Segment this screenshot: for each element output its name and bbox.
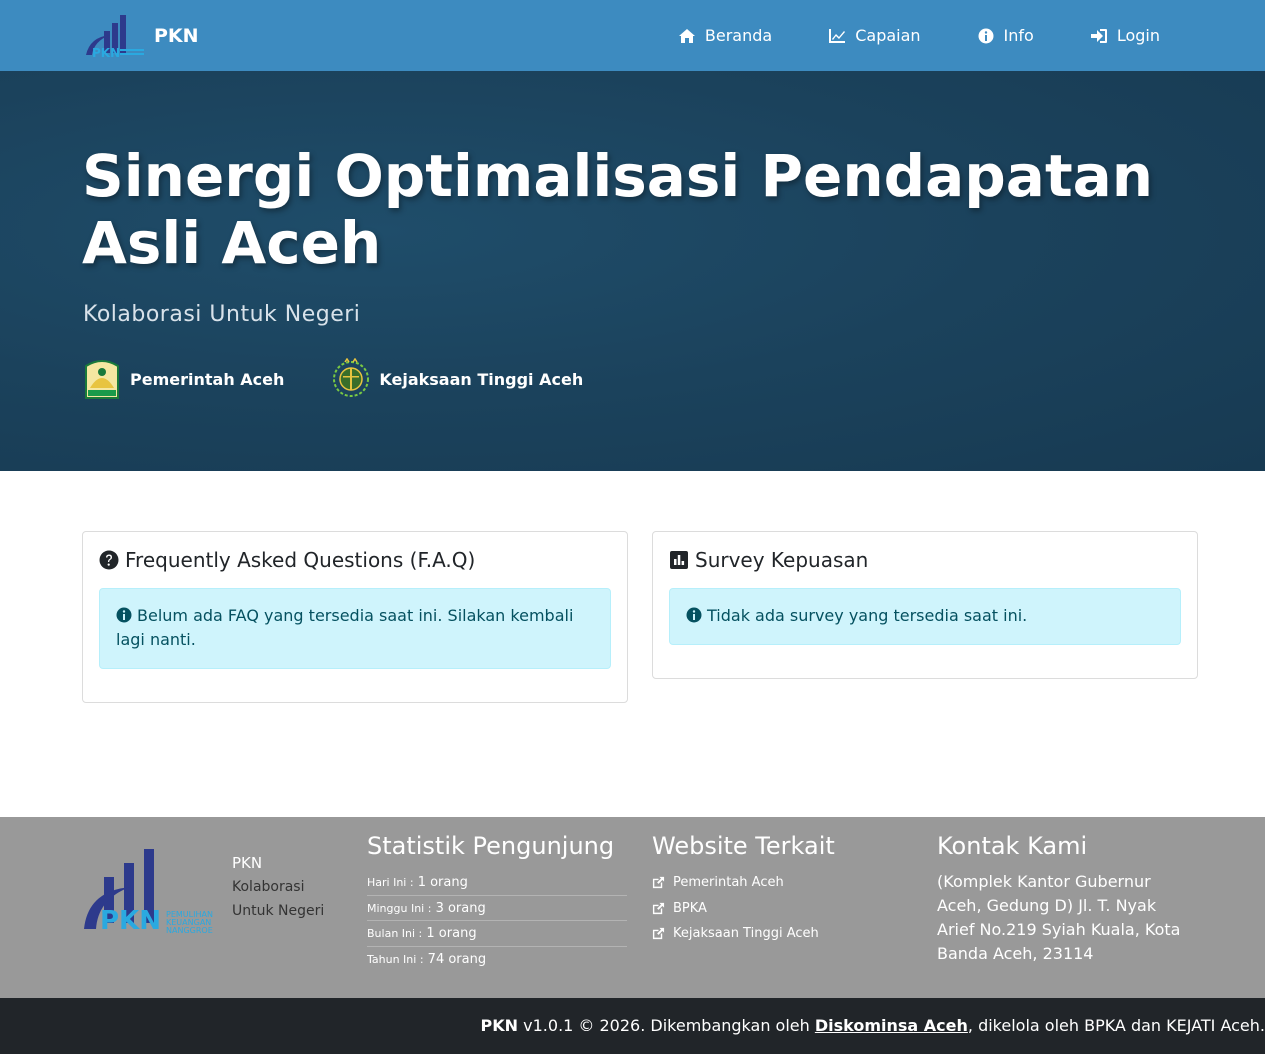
info-circle-icon (686, 607, 702, 623)
nav-capaian[interactable]: Capaian (828, 26, 921, 45)
copyright-brand: PKN (480, 1016, 519, 1035)
contact-address: (Komplek Kantor Gubernur Aceh, Gedung D)… (937, 872, 1181, 963)
footer-brand-name: PKN (232, 854, 263, 872)
link-bpka[interactable]: BPKA (652, 896, 912, 922)
survey-card: Survey Kepuasan Tidak ada survey yang te… (652, 531, 1198, 679)
copyright-text: PKN v1.0.1 © 2026. Dikembangkan oleh Dis… (481, 1016, 1265, 1035)
stat-value: 74 orang (427, 951, 487, 967)
bar-chart-square-icon (670, 551, 688, 569)
navbar-brand[interactable]: PKN PKN (82, 12, 199, 60)
link-label: Pemerintah Aceh (673, 875, 784, 891)
svg-text:PKN: PKN (100, 906, 161, 933)
pkn-footer-logo: PKN PEMULIHAN KEUANGAN NANGGROE (84, 849, 213, 933)
partner-pemerintah-aceh-label: Pemerintah Aceh (130, 369, 285, 389)
stat-label: Minggu Ini : (367, 901, 432, 915)
hero-title: Sinergi Optimalisasi Pendapatan Asli Ace… (82, 142, 1154, 277)
partner-kejaksaan-label: Kejaksaan Tinggi Aceh (379, 369, 584, 389)
stat-row-today: Hari Ini : 1 orang (367, 870, 627, 896)
partner-pemerintah-aceh: Pemerintah Aceh (82, 358, 284, 400)
nav-menu: Beranda Capaian Info Login (622, 0, 1160, 71)
visitor-stats-title: Statistik Pengunjung (367, 832, 615, 860)
info-circle-icon (978, 28, 994, 43)
nav-login-label: Login (1116, 26, 1160, 45)
sign-in-icon (1090, 28, 1107, 43)
link-label: BPKA (673, 900, 707, 916)
stat-row-year: Tahun Ini : 74 orang (367, 947, 627, 973)
copyright-bar: PKN v1.0.1 © 2026. Dikembangkan oleh Dis… (0, 998, 1265, 1054)
pemerintah-aceh-emblem-icon (85, 360, 119, 399)
stat-value: 3 orang (435, 900, 486, 916)
survey-empty-alert: Tidak ada survey yang tersedia saat ini. (669, 588, 1181, 645)
footer: PKN PEMULIHAN KEUANGAN NANGGROE PKN Kola… (0, 817, 1265, 998)
external-link-icon (652, 902, 665, 914)
stat-row-month: Bulan Ini : 1 orang (367, 921, 627, 947)
copyright-part1: v1.0.1 © 2026. Dikembangkan oleh (518, 1016, 815, 1035)
partner-list: Pemerintah Aceh Kejaksaan Tinggi Aceh (82, 358, 630, 400)
navbar: PKN PKN Beranda Capaian Info Login (0, 0, 1265, 71)
partner-kejaksaan: Kejaksaan Tinggi Aceh (331, 358, 583, 400)
home-icon (678, 28, 695, 43)
faq-empty-alert: Belum ada FAQ yang tersedia saat ini. Si… (99, 588, 611, 669)
kejaksaan-emblem-icon (333, 358, 370, 397)
visitor-stats: Statistik Pengunjung Hari Ini : 1 orang … (367, 832, 627, 972)
footer-brand: PKN Kolaborasi Untuk Negeri (232, 851, 332, 923)
faq-title-text: Frequently Asked Questions (F.A.Q) (125, 548, 476, 572)
survey-title-text: Survey Kepuasan (695, 548, 869, 572)
nav-info[interactable]: Info (977, 26, 1034, 45)
stat-label: Hari Ini : (367, 876, 414, 889)
faq-card: Frequently Asked Questions (F.A.Q) Belum… (82, 531, 628, 703)
hero-subtitle: Kolaborasi Untuk Negeri (83, 302, 361, 327)
related-websites-title: Website Terkait (652, 832, 835, 860)
chart-line-icon (829, 28, 846, 43)
nav-login[interactable]: Login (1090, 26, 1160, 45)
hero-section: Sinergi Optimalisasi Pendapatan Asli Ace… (0, 71, 1265, 471)
stat-row-week: Minggu Ini : 3 orang (367, 896, 627, 921)
related-websites: Website Terkait Pemerintah Aceh BPKA Kej… (652, 832, 912, 947)
nav-info-label: Info (1003, 26, 1034, 45)
survey-empty-message: Tidak ada survey yang tersedia saat ini. (707, 606, 1028, 625)
diskominsa-link[interactable]: Diskominsa Aceh (815, 1016, 968, 1035)
stat-value: 1 orang (426, 926, 477, 941)
stat-label: Bulan Ini : (367, 927, 423, 940)
link-pemerintah-aceh[interactable]: Pemerintah Aceh (652, 870, 912, 896)
nav-capaian-label: Capaian (855, 26, 921, 45)
link-label: Kejaksaan Tinggi Aceh (673, 926, 819, 942)
nav-beranda-label: Beranda (704, 26, 773, 45)
svg-text:NANGGROE: NANGGROE (166, 926, 213, 933)
faq-empty-message: Belum ada FAQ yang tersedia saat ini. Si… (116, 606, 574, 649)
survey-card-title: Survey Kepuasan (669, 548, 1181, 572)
contact-us: Kontak Kami (Komplek Kantor Gubernur Ace… (937, 832, 1197, 966)
brand-title: PKN (154, 25, 199, 47)
svg-text:PKN: PKN (92, 46, 120, 59)
question-circle-icon (99, 550, 119, 570)
footer-tagline: Kolaborasi Untuk Negeri (232, 879, 325, 919)
faq-card-title: Frequently Asked Questions (F.A.Q) (99, 548, 611, 572)
pkn-logo: PKN (86, 15, 144, 59)
nav-beranda[interactable]: Beranda (678, 26, 772, 45)
copyright-part2: , dikelola oleh BPKA dan KEJATI Aceh. (967, 1016, 1265, 1035)
external-link-icon (652, 928, 665, 940)
info-circle-icon (116, 607, 132, 623)
contact-title: Kontak Kami (937, 832, 1088, 860)
external-link-icon (652, 877, 665, 889)
stat-label: Tahun Ini : (367, 952, 424, 966)
link-kejaksaan[interactable]: Kejaksaan Tinggi Aceh (652, 921, 912, 947)
stat-value: 1 orang (417, 875, 468, 890)
